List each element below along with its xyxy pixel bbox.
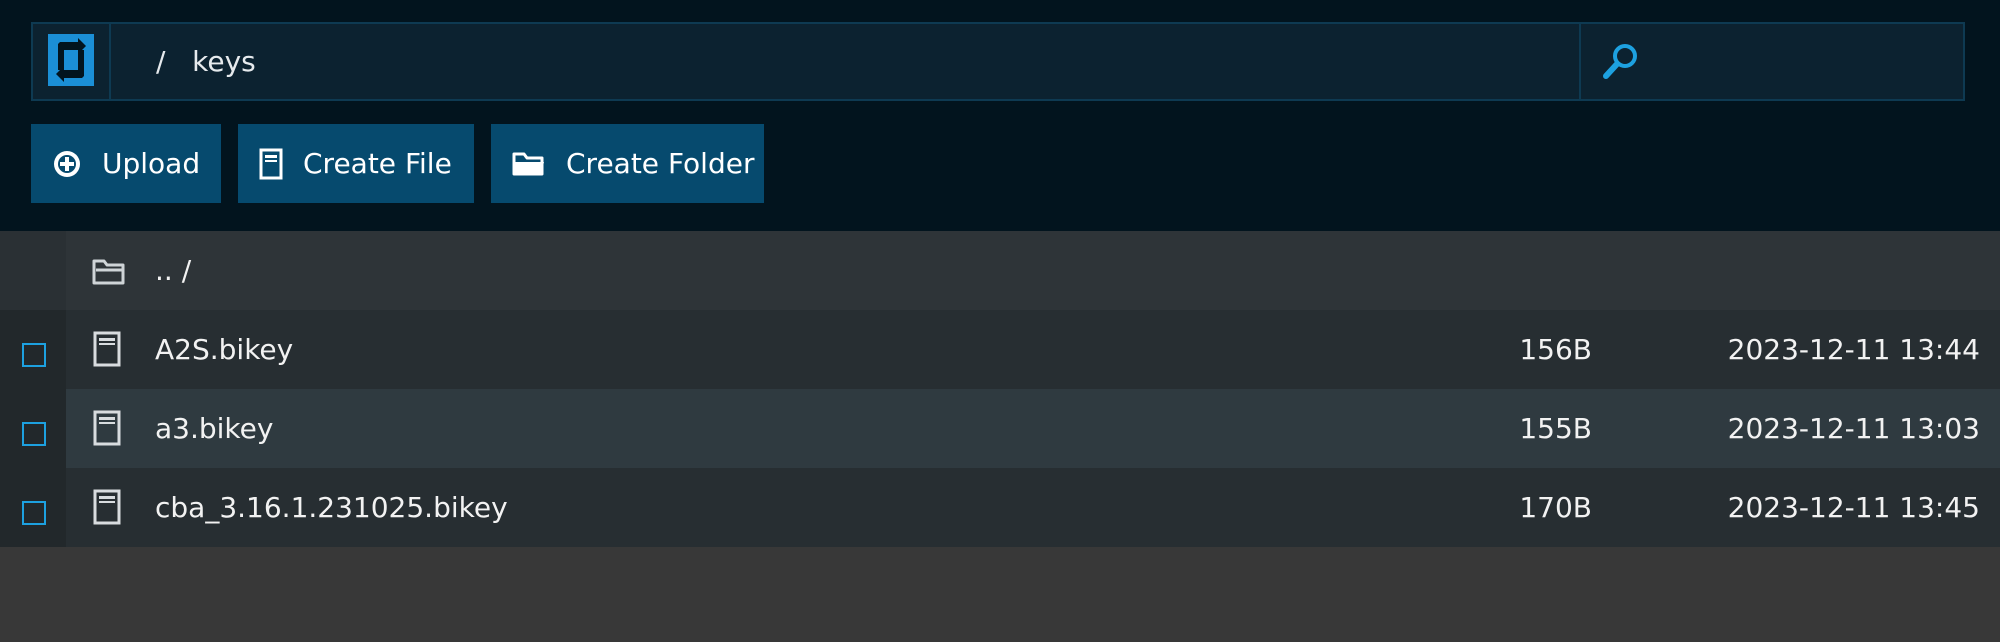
table-row[interactable]: a3.bikey 155B 2023-12-11 13:03 <box>0 389 2000 468</box>
path-bar: / keys <box>31 22 1965 101</box>
refresh-icon <box>48 33 94 90</box>
file-modified-date: 2023-12-11 13:03 <box>1727 412 1980 445</box>
search-box[interactable] <box>1579 24 1965 99</box>
path-current-folder[interactable]: keys <box>192 45 256 78</box>
plus-circle-icon <box>52 149 82 179</box>
file-size: 156B <box>1519 333 1592 366</box>
checkbox-column <box>0 310 66 389</box>
file-icon <box>92 488 122 530</box>
create-file-button[interactable]: Create File <box>238 124 474 203</box>
file-icon <box>259 148 283 180</box>
table-row[interactable]: A2S.bikey 156B 2023-12-11 13:44 <box>0 310 2000 389</box>
parent-directory-row[interactable]: .. / <box>0 231 2000 310</box>
table-row[interactable]: cba_3.16.1.231025.bikey 170B 2023-12-11 … <box>0 468 2000 547</box>
checkbox-column <box>0 231 66 310</box>
folder-icon <box>512 150 546 178</box>
file-name[interactable]: A2S.bikey <box>155 310 293 389</box>
file-modified-date: 2023-12-11 13:44 <box>1727 333 1980 366</box>
file-name[interactable]: a3.bikey <box>155 389 273 468</box>
file-size: 170B <box>1519 491 1592 524</box>
file-size: 155B <box>1519 412 1592 445</box>
checkbox-column <box>0 468 66 547</box>
toolbar-header: / keys Upload Create File Create Folder <box>0 0 2000 231</box>
parent-directory-link[interactable]: .. / <box>155 231 191 310</box>
upload-button[interactable]: Upload <box>31 124 221 203</box>
breadcrumb: / keys <box>156 24 256 99</box>
create-file-label: Create File <box>303 147 452 180</box>
row-checkbox[interactable] <box>22 501 46 525</box>
search-input[interactable] <box>1653 36 1953 86</box>
path-separator: / <box>156 45 166 78</box>
create-folder-label: Create Folder <box>566 147 755 180</box>
file-icon <box>92 330 122 372</box>
checkbox-column <box>0 389 66 468</box>
file-name[interactable]: cba_3.16.1.231025.bikey <box>155 468 508 547</box>
file-modified-date: 2023-12-11 13:45 <box>1727 491 1980 524</box>
search-icon[interactable] <box>1601 41 1641 85</box>
refresh-button[interactable] <box>33 24 111 99</box>
create-folder-button[interactable]: Create Folder <box>491 124 764 203</box>
upload-label: Upload <box>102 147 201 180</box>
row-checkbox[interactable] <box>22 422 46 446</box>
row-checkbox[interactable] <box>22 343 46 367</box>
folder-icon <box>92 251 126 293</box>
file-icon <box>92 409 122 451</box>
file-list: .. / A2S.bikey 156B 2023-12-11 13:44 a3.… <box>0 231 2000 547</box>
